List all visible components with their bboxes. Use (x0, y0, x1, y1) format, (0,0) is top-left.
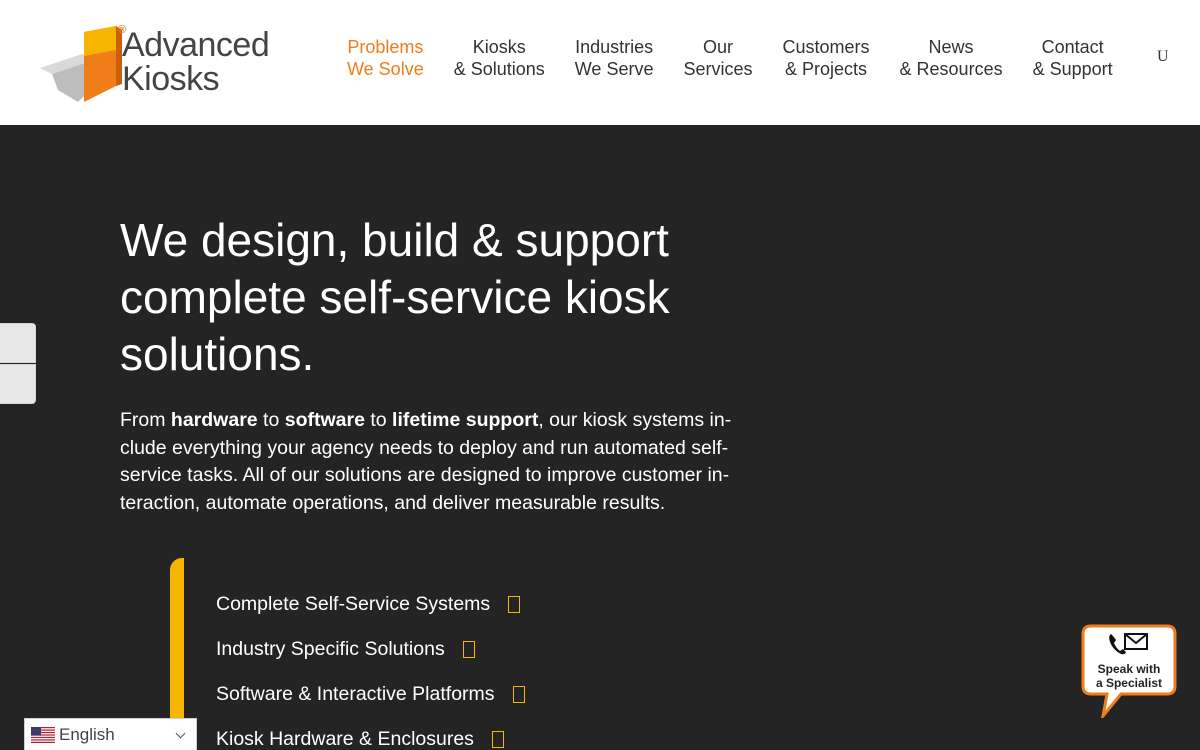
hero-body-bold-hardware: hardware (170, 409, 258, 431)
link-label: Software & Interactive Platforms (216, 683, 495, 705)
nav-item-line2: Services (683, 59, 753, 79)
brand-name: Advanced Kiosks (122, 26, 270, 98)
brand-name-line1: Advanced (122, 26, 270, 64)
specialist-text: Speak with a Specialist (1081, 662, 1177, 690)
link-hardware-enclosures[interactable]: Kiosk Hardware & Enclosures (216, 717, 525, 750)
nav-item-line1: Kiosks (472, 37, 526, 57)
specialist-line1: Speak with (1097, 662, 1161, 676)
logo-mark-icon (40, 26, 122, 102)
solution-links: Complete Self-Service Systems Industry S… (216, 582, 525, 750)
nav-item-line2: We Serve (574, 59, 654, 79)
language-selector[interactable]: English (24, 718, 197, 750)
nav-item-line1: Our (702, 37, 733, 57)
nav-item-problems[interactable]: Problems We Solve (332, 36, 439, 80)
nav-item-line2: & Support (1032, 59, 1113, 79)
arrow-box-icon (462, 641, 475, 658)
nav-item-services[interactable]: Our Services (668, 36, 767, 80)
main-nav: Problems We Solve Kiosks & Solutions Ind… (332, 36, 1128, 80)
chevron-down-icon (175, 728, 186, 739)
site-header: ® Advanced Kiosks Problems We Solve Kios… (0, 0, 1200, 125)
nav-item-line2: We Solve (347, 59, 424, 79)
arrow-box-icon (491, 731, 504, 748)
nav-item-line1: Problems (347, 37, 424, 57)
nav-extra-glyph[interactable]: U (1157, 48, 1169, 66)
nav-item-industries[interactable]: Industries We Serve (560, 36, 669, 80)
hero-body-bold-support: lifetime support (392, 409, 539, 431)
side-tab-top[interactable] (0, 323, 36, 363)
speak-with-specialist-button[interactable]: Speak with a Specialist (1081, 624, 1177, 718)
link-label: Kiosk Hardware & Enclosures (216, 728, 474, 750)
language-label: English (59, 725, 115, 744)
logo[interactable]: ® Advanced Kiosks (38, 24, 270, 106)
arrow-box-icon (512, 686, 525, 703)
side-tab-bottom[interactable] (0, 364, 36, 404)
hero-body-text: From (120, 409, 171, 431)
nav-item-news[interactable]: News & Resources (885, 36, 1018, 80)
nav-item-line2: & Resources (899, 59, 1003, 79)
nav-item-line1: Contact (1041, 37, 1104, 57)
arrow-box-icon (508, 596, 521, 613)
link-industry-solutions[interactable]: Industry Specific Solutions (216, 627, 525, 672)
link-software-platforms[interactable]: Software & Interactive Platforms (216, 672, 525, 717)
hero-body-text: to (257, 409, 285, 431)
link-complete-systems[interactable]: Complete Self-Service Systems (216, 582, 525, 627)
brand-name-line2: Kiosks (122, 60, 220, 98)
link-label: Industry Specific Solutions (216, 638, 445, 660)
nav-item-line2: & Projects (785, 59, 868, 79)
specialist-line2: a Specialist (1095, 676, 1163, 690)
nav-item-line1: News (928, 37, 974, 57)
nav-item-contact[interactable]: Contact & Support (1018, 36, 1128, 80)
link-label: Complete Self-Service Systems (216, 593, 491, 615)
hero-body-text: to (364, 409, 393, 431)
hero-body: From hardware to software to lifetime su… (120, 407, 752, 517)
hero-title: We design, build & support complete self… (120, 214, 670, 380)
nav-item-line1: Customers (782, 37, 870, 57)
us-flag-icon (31, 727, 55, 743)
nav-item-kiosks[interactable]: Kiosks & Solutions (439, 36, 560, 80)
nav-item-line2: & Solutions (453, 59, 545, 79)
nav-item-customers[interactable]: Customers & Projects (768, 36, 885, 80)
nav-item-line1: Industries (575, 37, 654, 57)
hero-body-bold-software: software (284, 409, 365, 431)
